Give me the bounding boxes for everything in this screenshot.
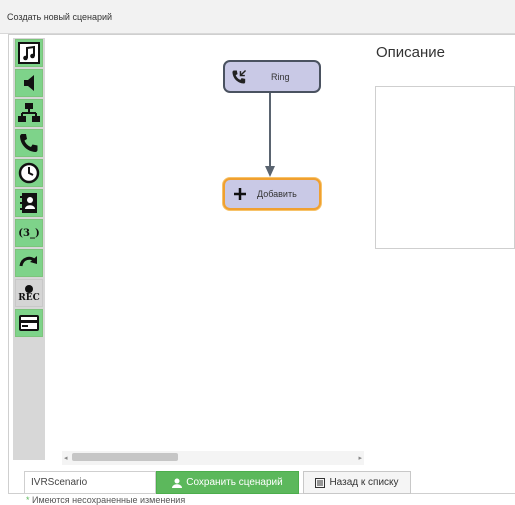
card-icon[interactable]	[15, 309, 43, 337]
window-titlebar: Создать новый сценарий	[0, 0, 515, 34]
flow-node-add[interactable]: Добавить	[223, 178, 321, 210]
tool-palette: (3_) REC	[13, 38, 45, 460]
list-icon	[315, 477, 326, 488]
save-scenario-button[interactable]: Сохранить сценарий	[156, 471, 299, 494]
music-note-icon[interactable]	[15, 39, 43, 67]
back-to-list-label: Назад к списку	[329, 477, 399, 488]
flow-node-label: Ring	[271, 71, 290, 82]
speaker-icon[interactable]	[15, 69, 43, 97]
description-textarea[interactable]	[375, 86, 515, 249]
window-title: Создать новый сценарий	[7, 12, 113, 22]
flow-node-ring[interactable]: Ring	[223, 60, 321, 93]
phone-icon[interactable]	[15, 129, 43, 157]
flow-canvas[interactable]: Ring Добавить	[46, 38, 366, 450]
flow-node-label: Добавить	[257, 189, 297, 199]
dial-code-label: (3_)	[18, 227, 40, 239]
scroll-left-arrow-icon[interactable]: ◂	[64, 454, 68, 462]
scroll-thumb[interactable]	[72, 453, 178, 461]
contact-book-icon[interactable]	[15, 189, 43, 217]
phone-incoming-icon	[232, 69, 247, 84]
plus-icon	[234, 188, 246, 200]
description-title: Описание	[376, 44, 446, 61]
back-to-list-button[interactable]: Назад к списку	[303, 471, 411, 494]
canvas-horizontal-scrollbar[interactable]: ◂ ▸	[62, 451, 364, 465]
scenario-name-input[interactable]	[24, 471, 156, 494]
clock-icon[interactable]	[15, 159, 43, 187]
redirect-arrow-icon[interactable]	[15, 249, 43, 277]
save-scenario-label: Сохранить сценарий	[186, 477, 283, 488]
user-icon	[172, 478, 183, 488]
dial-code-icon[interactable]: (3_)	[15, 219, 43, 247]
unsaved-changes-warning: * Имеются несохраненные изменения	[26, 495, 185, 505]
scroll-right-arrow-icon[interactable]: ▸	[358, 454, 362, 462]
record-label: REC	[18, 292, 40, 303]
record-icon[interactable]: REC	[15, 279, 43, 307]
warning-text: Имеются несохраненные изменения	[32, 495, 186, 505]
hierarchy-icon[interactable]	[15, 99, 43, 127]
